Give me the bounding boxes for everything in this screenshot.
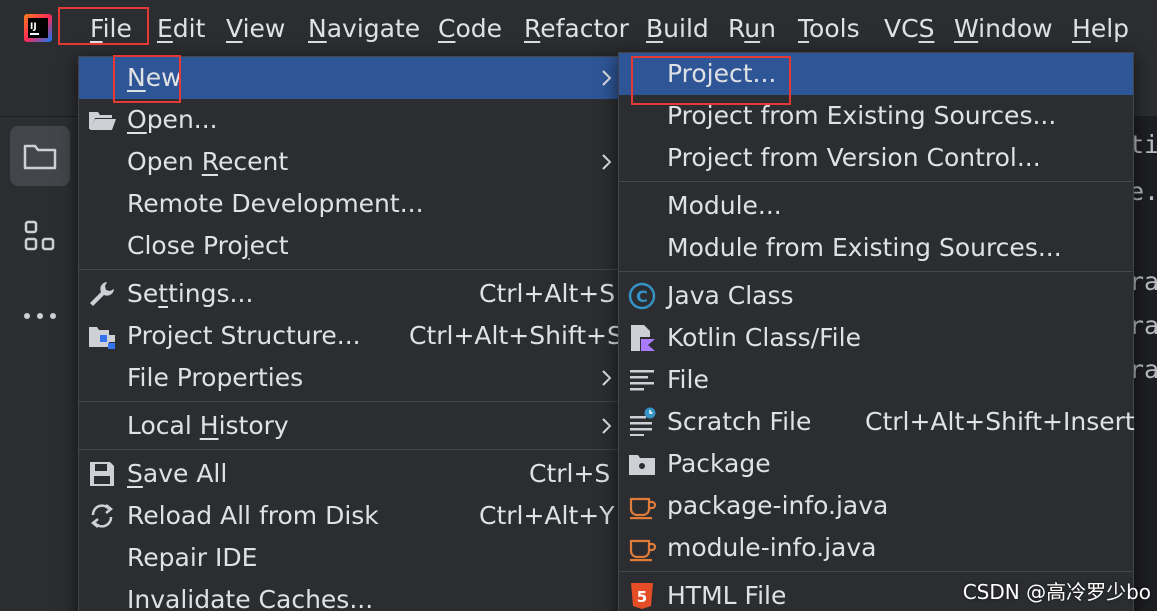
file-menu-save-all[interactable]: Save All Ctrl+S bbox=[79, 453, 619, 495]
svg-text:5: 5 bbox=[637, 588, 647, 606]
file-menu-invalidate-caches[interactable]: Invalidate Caches... bbox=[79, 579, 619, 611]
new-package[interactable]: Package bbox=[619, 443, 1133, 485]
ide-window: IJ File Edit View Navigate Code Refactor… bbox=[0, 0, 1157, 611]
new-project-item[interactable]: Project... bbox=[619, 53, 1133, 95]
separator bbox=[79, 401, 619, 402]
svg-text:IJ: IJ bbox=[30, 22, 37, 32]
shortcut-text: Ctrl+S bbox=[529, 459, 611, 488]
file-menu-local-history[interactable]: Local History bbox=[79, 405, 619, 447]
separator bbox=[619, 271, 1133, 272]
more-tools-button[interactable] bbox=[10, 286, 70, 346]
menu-build[interactable]: Build bbox=[646, 12, 709, 46]
file-menu-file-properties[interactable]: File Properties bbox=[79, 357, 619, 399]
submenu-arrow-icon bbox=[602, 418, 612, 434]
kotlin-file-icon bbox=[631, 325, 655, 351]
menu-bar: IJ File Edit View Navigate Code Refactor… bbox=[0, 0, 1157, 59]
java-file-icon bbox=[629, 539, 657, 562]
file-menu-open[interactable]: Open... bbox=[79, 99, 619, 141]
new-file[interactable]: File bbox=[619, 359, 1133, 401]
open-folder-icon bbox=[89, 112, 116, 130]
menu-window[interactable]: Window bbox=[954, 12, 1053, 46]
more-icon bbox=[24, 313, 56, 319]
separator bbox=[79, 269, 619, 270]
package-icon bbox=[629, 455, 655, 475]
structure-icon bbox=[24, 220, 55, 251]
separator bbox=[79, 449, 619, 450]
file-menu-close-project[interactable]: Close Project bbox=[79, 225, 619, 267]
project-tool-button[interactable] bbox=[10, 126, 70, 186]
submenu-arrow-icon bbox=[602, 154, 612, 170]
new-module-info-java[interactable]: module-info.java bbox=[619, 527, 1133, 569]
watermark: CSDN @高冷罗少bo bbox=[962, 580, 1151, 604]
menu-tools[interactable]: Tools bbox=[798, 12, 860, 46]
java-file-icon bbox=[629, 497, 657, 520]
menu-view[interactable]: View bbox=[226, 12, 285, 46]
new-project-from-vcs[interactable]: Project from Version Control... bbox=[619, 137, 1133, 179]
project-folder-icon bbox=[23, 144, 57, 170]
shortcut-text: Ctrl+Alt+Shift+S bbox=[409, 321, 623, 350]
new-submenu: Project... Project from Existing Sources… bbox=[618, 52, 1135, 611]
reload-icon bbox=[90, 504, 114, 528]
file-menu-remote-development[interactable]: Remote Development... bbox=[79, 183, 619, 225]
menu-run[interactable]: Run bbox=[728, 12, 776, 46]
menu-edit[interactable]: Edit bbox=[157, 12, 205, 46]
menu-help[interactable]: Help bbox=[1072, 12, 1129, 46]
text-file-icon bbox=[630, 370, 654, 391]
shortcut-text: Ctrl+Alt+Y bbox=[479, 501, 615, 530]
structure-tool-button[interactable] bbox=[10, 206, 70, 266]
submenu-arrow-icon bbox=[602, 70, 612, 86]
wrench-icon bbox=[90, 282, 114, 306]
new-project-from-existing-sources[interactable]: Project from Existing Sources... bbox=[619, 95, 1133, 137]
new-java-class[interactable]: C Java Class bbox=[619, 275, 1133, 317]
new-module-item[interactable]: Module... bbox=[619, 185, 1133, 227]
file-menu: New Open... Open Recent Remote Developme… bbox=[78, 56, 623, 611]
new-package-info-java[interactable]: package-info.java bbox=[619, 485, 1133, 527]
save-icon bbox=[90, 462, 114, 486]
menu-navigate[interactable]: Navigate bbox=[308, 12, 420, 46]
separator bbox=[619, 181, 1133, 182]
project-structure-icon bbox=[89, 327, 115, 349]
intellij-idea-logo-icon: IJ bbox=[24, 14, 52, 42]
new-kotlin-class-file[interactable]: Kotlin Class/File bbox=[619, 317, 1133, 359]
new-module-from-existing-sources[interactable]: Module from Existing Sources... bbox=[619, 227, 1133, 269]
scratch-file-icon bbox=[630, 407, 656, 436]
html5-icon: 5 bbox=[631, 583, 653, 609]
file-menu-repair-ide[interactable]: Repair IDE bbox=[79, 537, 619, 579]
menu-file[interactable]: File bbox=[90, 12, 132, 46]
file-menu-reload-all[interactable]: Reload All from Disk Ctrl+Alt+Y bbox=[79, 495, 619, 537]
tool-window-stripe bbox=[0, 117, 79, 611]
menu-vcs[interactable]: VCS bbox=[884, 12, 934, 46]
shortcut-text: Ctrl+Alt+Shift+Insert bbox=[865, 407, 1135, 436]
file-menu-open-recent[interactable]: Open Recent bbox=[79, 141, 619, 183]
separator bbox=[619, 571, 1133, 572]
submenu-arrow-icon bbox=[602, 370, 612, 386]
file-menu-new[interactable]: New bbox=[79, 57, 619, 99]
file-menu-settings[interactable]: Settings... Ctrl+Alt+S bbox=[79, 273, 619, 315]
shortcut-text: Ctrl+Alt+S bbox=[479, 279, 616, 308]
menu-code[interactable]: Code bbox=[438, 12, 502, 46]
menu-refactor[interactable]: Refactor bbox=[524, 12, 629, 46]
svg-text:C: C bbox=[636, 287, 648, 306]
java-class-icon: C bbox=[628, 282, 656, 310]
new-scratch-file[interactable]: Scratch File Ctrl+Alt+Shift+Insert bbox=[619, 401, 1135, 443]
file-menu-project-structure[interactable]: Project Structure... Ctrl+Alt+Shift+S bbox=[79, 315, 623, 357]
